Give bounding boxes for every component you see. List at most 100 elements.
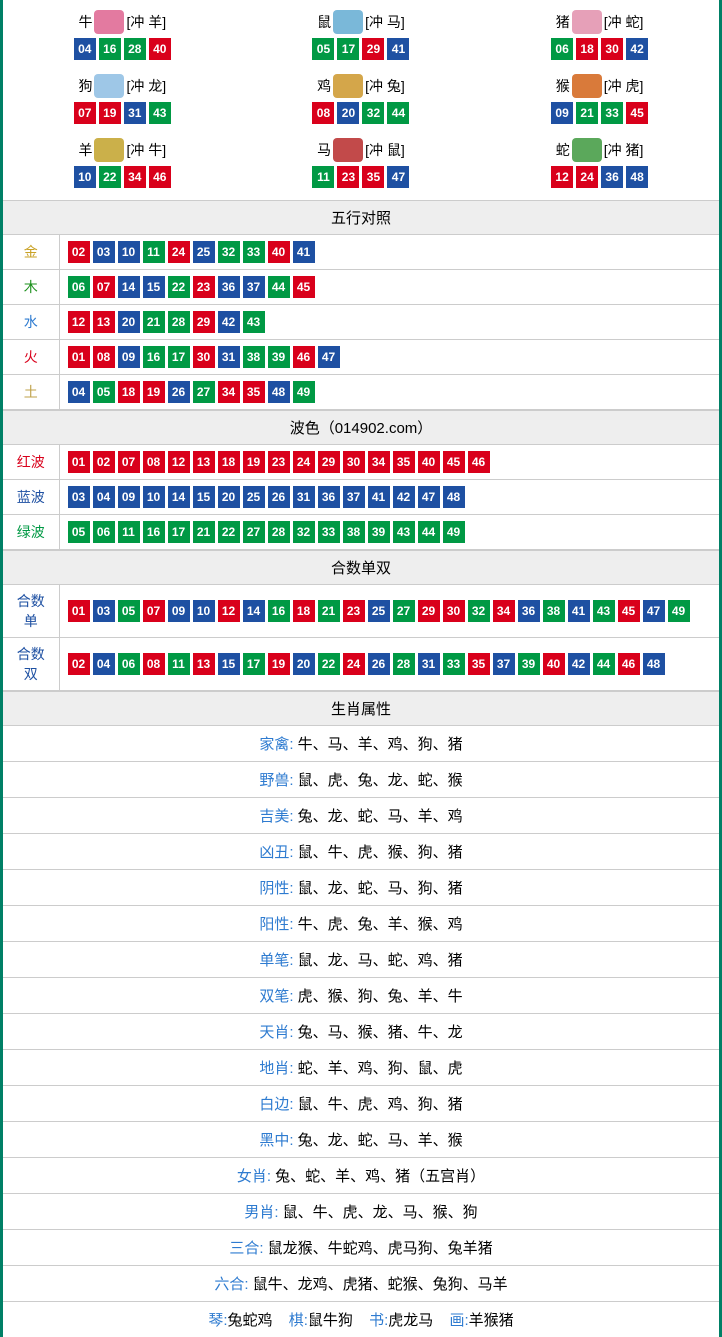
row-label: 绿波 [3,515,59,550]
number-ball: 21 [576,102,598,124]
number-ball: 20 [218,486,240,508]
number-ball: 06 [551,38,573,60]
number-ball: 48 [443,486,465,508]
attr-value: 兔、龙、蛇、马、羊、猴 [294,1132,463,1149]
number-ball: 37 [243,276,265,298]
row-numbers: 0102070812131819232429303435404546 [68,451,712,473]
row-numbers: 05061116172122272832333839434449 [68,521,712,543]
number-ball: 12 [68,311,90,333]
table-row: 红波 0102070812131819232429303435404546 [3,445,719,480]
number-ball: 43 [393,521,415,543]
zodiac-numbers: 06183042 [480,38,719,60]
last-key: 书: [369,1312,388,1329]
number-ball: 24 [343,653,365,675]
number-ball: 34 [368,451,390,473]
attr-key: 天肖: [259,1024,293,1041]
number-ball: 22 [99,166,121,188]
number-ball: 23 [268,451,290,473]
number-ball: 07 [143,600,165,622]
row-label: 合数双 [3,638,59,691]
number-ball: 32 [362,102,384,124]
number-ball: 31 [293,486,315,508]
section-shengxiao-header: 生肖属性 [3,691,719,726]
zodiac-chong: [冲 马] [365,12,405,32]
last-segment: 画:羊猴猪 [449,1309,513,1330]
attr-row: 男肖: 鼠、牛、虎、龙、马、猴、狗 [3,1194,719,1230]
number-ball: 30 [193,346,215,368]
number-ball: 13 [93,311,115,333]
number-ball: 01 [68,346,90,368]
number-ball: 03 [93,600,115,622]
number-ball: 25 [243,486,265,508]
number-ball: 33 [443,653,465,675]
qin-qi-shu-hua-row: 琴:兔蛇鸡 棋:鼠牛狗 书:虎龙马 画:羊猴猪 [3,1302,719,1337]
number-ball: 05 [118,600,140,622]
number-ball: 46 [618,653,640,675]
number-ball: 30 [443,600,465,622]
number-ball: 31 [124,102,146,124]
number-ball: 27 [393,600,415,622]
row-label: 蓝波 [3,480,59,515]
number-ball: 46 [149,166,171,188]
number-ball: 35 [362,166,384,188]
number-ball: 45 [293,276,315,298]
number-ball: 41 [387,38,409,60]
number-ball: 13 [193,653,215,675]
number-ball: 16 [143,521,165,543]
number-ball: 46 [468,451,490,473]
attr-row: 吉美: 兔、龙、蛇、马、羊、鸡 [3,798,719,834]
last-key: 琴: [208,1312,227,1329]
number-ball: 08 [93,346,115,368]
zodiac-cell: 猴 [冲 虎] 09213345 [480,68,719,132]
row-label: 红波 [3,445,59,480]
number-ball: 29 [418,600,440,622]
number-ball: 03 [68,486,90,508]
number-ball: 26 [168,381,190,403]
number-ball: 37 [343,486,365,508]
wuxing-table: 金 02031011242532334041 木 060714152223363… [3,235,719,410]
number-ball: 08 [312,102,334,124]
number-ball: 43 [149,102,171,124]
number-ball: 02 [68,653,90,675]
zodiac-name: 马 [317,140,331,160]
number-ball: 07 [93,276,115,298]
number-ball: 48 [643,653,665,675]
attr-value: 鼠、牛、虎、猴、狗、猪 [294,844,463,861]
last-key: 画: [449,1312,468,1329]
number-ball: 28 [393,653,415,675]
zodiac-numbers: 05172941 [242,38,481,60]
number-ball: 34 [218,381,240,403]
row-numbers: 03040910141520252631363741424748 [68,486,712,508]
row-numbers: 04051819262734354849 [68,381,712,403]
number-ball: 29 [193,311,215,333]
number-ball: 45 [443,451,465,473]
table-row: 蓝波 03040910141520252631363741424748 [3,480,719,515]
number-ball: 35 [393,451,415,473]
zodiac-icon [572,138,602,162]
number-ball: 03 [93,241,115,263]
number-ball: 20 [337,102,359,124]
zodiac-icon [333,10,363,34]
number-ball: 38 [343,521,365,543]
attr-value: 蛇、羊、鸡、狗、鼠、虎 [294,1060,463,1077]
row-label: 土 [3,375,59,410]
number-ball: 44 [268,276,290,298]
zodiac-numbers: 12243648 [480,166,719,188]
number-ball: 11 [312,166,334,188]
zodiac-name: 鸡 [317,76,331,96]
number-ball: 18 [576,38,598,60]
zodiac-numbers: 07193143 [3,102,242,124]
table-row: 水 1213202128294243 [3,305,719,340]
attr-row: 天肖: 兔、马、猴、猪、牛、龙 [3,1014,719,1050]
number-ball: 02 [93,451,115,473]
section-heshu-header: 合数单双 [3,550,719,585]
last-segment: 棋:鼠牛狗 [289,1309,353,1330]
table-row: 火 0108091617303138394647 [3,340,719,375]
zodiac-name: 羊 [78,140,92,160]
number-ball: 04 [93,653,115,675]
number-ball: 18 [118,381,140,403]
attr-key: 单笔: [259,952,293,969]
last-val: 虎龙马 [388,1312,433,1329]
attr-row: 女肖: 兔、蛇、羊、鸡、猪（五宫肖） [3,1158,719,1194]
number-ball: 24 [293,451,315,473]
